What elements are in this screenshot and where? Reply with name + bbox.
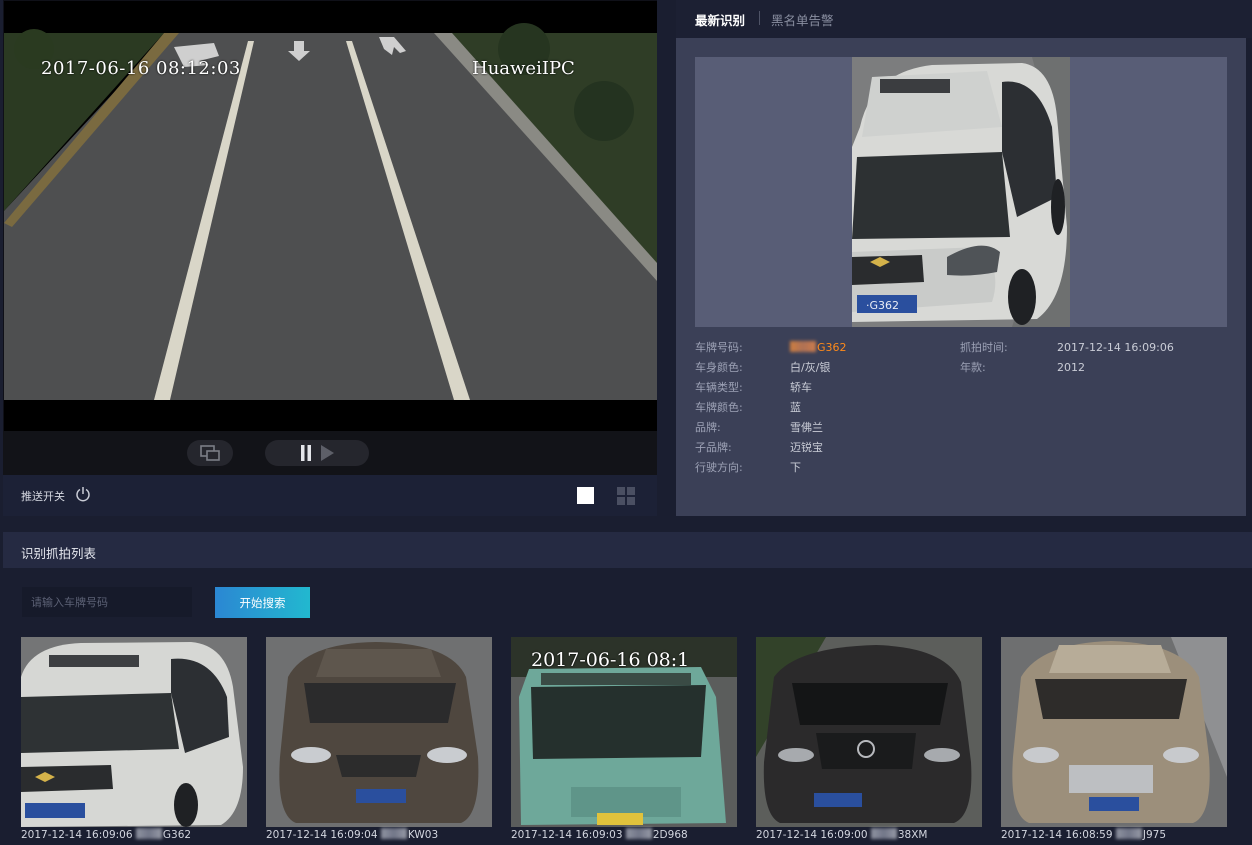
capture-time-label: 抓拍时间:: [960, 341, 1008, 354]
capture-caption: 2017-12-14 16:09:04 KW03: [266, 828, 438, 841]
capture-plate: J975: [1142, 829, 1167, 841]
detail-values-right: 2017-12-14 16:09:06 2012: [1057, 338, 1174, 378]
plate-color-label: 车牌颜色:: [695, 401, 743, 414]
brand-value: 雪佛兰: [790, 421, 823, 434]
vehicle-type-value: 轿车: [790, 381, 812, 394]
direction-value: 下: [790, 461, 801, 474]
playback-control[interactable]: [265, 440, 369, 466]
capture-thumb[interactable]: 2017-06-16 08:1: [511, 637, 737, 827]
body-color-label: 车身颜色:: [695, 361, 743, 374]
capture-caption: 2017-12-14 16:09:03 2D968: [511, 828, 688, 841]
capture-caption: 2017-12-14 16:09:00 38XM: [756, 828, 928, 841]
plate-value-row: G362: [790, 338, 847, 358]
video-panel: 2017-06-16 08:12:03 HuaweiIPC 推送开关: [3, 0, 657, 516]
body-color-value: 白/灰/银: [790, 361, 831, 374]
play-icon[interactable]: [319, 444, 335, 462]
capture-time: 2017-12-14 16:09:03: [511, 829, 623, 841]
car-image: [21, 637, 247, 827]
capture-caption: 2017-12-14 16:08:59 J975: [1001, 828, 1166, 841]
capture-time: 2017-12-14 16:09:06: [21, 829, 133, 841]
single-layout-icon[interactable]: [577, 487, 594, 504]
quad-layout-icon[interactable]: [617, 487, 635, 505]
power-icon[interactable]: [75, 486, 91, 502]
blurred-plate-prefix: [135, 828, 162, 839]
detail-values-left: G362 白/灰/银 轿车 蓝 雪佛兰 迈锐宝 下: [790, 338, 847, 478]
thumb-timestamp: 2017-06-16 08:1: [531, 649, 690, 671]
capture-time: 2017-12-14 16:09:04: [266, 829, 378, 841]
capture-caption: 2017-12-14 16:09:06 G362: [21, 828, 191, 841]
capture-plate: 2D968: [652, 829, 688, 841]
model-year-value: 2012: [1057, 361, 1085, 374]
capture-plate: G362: [162, 829, 192, 841]
plate-color-value: 蓝: [790, 401, 801, 414]
video-controls: [3, 431, 657, 475]
vehicle-type-label: 车辆类型:: [695, 381, 743, 394]
blurred-plate-prefix: [1115, 828, 1142, 839]
capture-plate: KW03: [407, 829, 439, 841]
capture-plate: 38XM: [897, 829, 928, 841]
recognition-tabs: 最新识别 黑名单告警: [676, 0, 1252, 38]
white-car-image: ·G362: [852, 57, 1070, 327]
vehicle-snapshot[interactable]: ·G362: [852, 57, 1070, 327]
car-image: [1001, 637, 1227, 827]
capture-time: 2017-12-14 16:09:00: [756, 829, 868, 841]
plate-value: G362: [817, 341, 847, 354]
search-button[interactable]: 开始搜索: [215, 587, 310, 618]
capture-time: 2017-12-14 16:08:59: [1001, 829, 1113, 841]
tab-blacklist[interactable]: 黑名单告警: [771, 10, 834, 29]
screen-button[interactable]: [187, 440, 233, 466]
blurred-plate-prefix: [380, 828, 407, 839]
blurred-plate-prefix: [790, 341, 816, 352]
model-year-label: 年款:: [960, 361, 986, 374]
detail-labels-right: 抓拍时间: 年款:: [960, 338, 1008, 378]
capture-thumb[interactable]: [21, 637, 247, 827]
push-bar: 推送开关: [3, 475, 657, 516]
live-video[interactable]: 2017-06-16 08:12:03 HuaweiIPC: [4, 1, 657, 431]
car-image: [756, 637, 982, 827]
video-timestamp: 2017-06-16 08:12:03: [41, 58, 241, 79]
tab-latest[interactable]: 最新识别: [695, 10, 745, 29]
list-title: 识别抓拍列表: [21, 546, 97, 561]
capture-time-value: 2017-12-14 16:09:06: [1057, 341, 1174, 354]
svg-text:·G362: ·G362: [866, 299, 899, 312]
pause-icon[interactable]: [299, 444, 313, 462]
sub-brand-label: 子品牌:: [695, 441, 732, 454]
blurred-plate-prefix: [870, 828, 897, 839]
tab-divider: [759, 11, 760, 25]
car-image: [266, 637, 492, 827]
blurred-plate-prefix: [625, 828, 652, 839]
list-header: 识别抓拍列表: [3, 532, 1252, 568]
plate-label: 车牌号码:: [695, 341, 743, 354]
brand-label: 品牌:: [695, 421, 721, 434]
push-switch-label: 推送开关: [21, 490, 65, 503]
recognition-detail: ·G362 车牌号码: 车身颜色: 车辆类型: 车牌颜色: 品牌: 子品牌: 行…: [676, 38, 1246, 516]
capture-thumb[interactable]: [1001, 637, 1227, 827]
direction-label: 行驶方向:: [695, 461, 743, 474]
sub-brand-value: 迈锐宝: [790, 441, 823, 454]
capture-thumb[interactable]: [756, 637, 982, 827]
plate-search-input[interactable]: [22, 587, 192, 617]
detail-labels-left: 车牌号码: 车身颜色: 车辆类型: 车牌颜色: 品牌: 子品牌: 行驶方向:: [695, 338, 743, 478]
snapshot-area: ·G362: [695, 57, 1227, 327]
capture-thumb[interactable]: [266, 637, 492, 827]
camera-name: HuaweiIPC: [472, 58, 575, 79]
screen-icon: [200, 445, 220, 461]
